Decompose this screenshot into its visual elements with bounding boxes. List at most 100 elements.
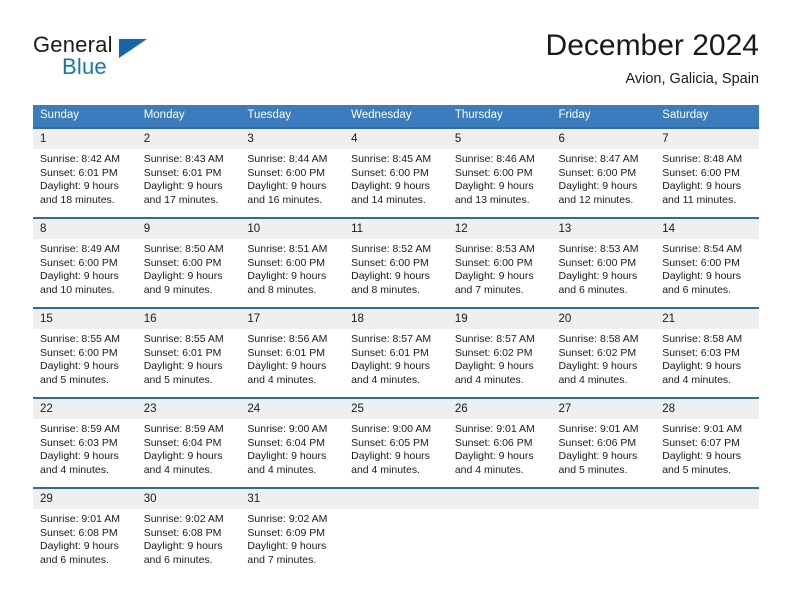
sunrise-text: Sunrise: 9:01 AM <box>40 513 120 525</box>
day-details: Sunrise: 8:56 AM Sunset: 6:01 PM Dayligh… <box>240 329 344 387</box>
day-cell-empty <box>447 487 552 577</box>
sunset-text: Sunset: 6:05 PM <box>351 436 429 449</box>
day-number <box>551 489 656 509</box>
day-number: 31 <box>240 489 345 509</box>
location-subtitle: Avion, Galicia, Spain <box>625 71 759 87</box>
day-details: Sunrise: 8:54 AM Sunset: 6:00 PM Dayligh… <box>655 239 759 297</box>
daylight-line2: and 6 minutes. <box>40 553 109 566</box>
general-blue-logo[interactable]: General Blue <box>33 32 153 88</box>
page-header: General Blue December 2024 Avion, Galici… <box>33 28 759 98</box>
day-number: 22 <box>33 399 137 419</box>
day-cell[interactable]: 20 Sunrise: 8:58 AM Sunset: 6:02 PM Dayl… <box>551 307 656 398</box>
sunrise-text: Sunrise: 8:57 AM <box>351 333 432 345</box>
day-details: Sunrise: 8:57 AM Sunset: 6:02 PM Dayligh… <box>448 329 552 387</box>
day-number: 2 <box>136 129 241 149</box>
daylight-line1: Daylight: 9 hours <box>247 360 327 373</box>
daylight-line2: and 4 minutes. <box>40 463 109 476</box>
daylight-line2: and 5 minutes. <box>558 463 628 476</box>
daylight-line1: Daylight: 9 hours <box>558 180 638 193</box>
day-cell[interactable]: 17 Sunrise: 8:56 AM Sunset: 6:01 PM Dayl… <box>240 307 345 398</box>
sunset-text: Sunset: 6:03 PM <box>40 436 118 449</box>
sunrise-text: Sunrise: 8:58 AM <box>558 333 639 345</box>
daylight-line2: and 5 minutes. <box>40 373 109 386</box>
day-number <box>447 489 552 509</box>
day-number: 21 <box>655 309 759 329</box>
day-cell[interactable]: 30 Sunrise: 9:02 AM Sunset: 6:08 PM Dayl… <box>136 487 241 577</box>
daylight-line1: Daylight: 9 hours <box>143 270 223 283</box>
day-number: 18 <box>344 309 448 329</box>
day-cell[interactable]: 10 Sunrise: 8:51 AM Sunset: 6:00 PM Dayl… <box>240 217 345 308</box>
calendar-week-row: 29 Sunrise: 9:01 AM Sunset: 6:08 PM Dayl… <box>33 487 759 577</box>
day-cell[interactable]: 31 Sunrise: 9:02 AM Sunset: 6:09 PM Dayl… <box>240 487 345 577</box>
day-cell[interactable]: 7 Sunrise: 8:48 AM Sunset: 6:00 PM Dayli… <box>655 127 759 218</box>
sunset-text: Sunset: 6:00 PM <box>558 256 637 269</box>
day-cell[interactable]: 22 Sunrise: 8:59 AM Sunset: 6:03 PM Dayl… <box>33 397 137 488</box>
daylight-line2: and 10 minutes. <box>40 283 115 296</box>
day-number: 9 <box>136 219 241 239</box>
day-cell[interactable]: 3 Sunrise: 8:44 AM Sunset: 6:00 PM Dayli… <box>240 127 345 218</box>
day-cell[interactable]: 27 Sunrise: 9:01 AM Sunset: 6:06 PM Dayl… <box>551 397 656 488</box>
day-cell[interactable]: 4 Sunrise: 8:45 AM Sunset: 6:00 PM Dayli… <box>344 127 448 218</box>
sunset-text: Sunset: 6:01 PM <box>143 346 222 359</box>
calendar-body: 1 Sunrise: 8:42 AM Sunset: 6:01 PM Dayli… <box>33 127 759 577</box>
sunrise-text: Sunrise: 8:56 AM <box>247 333 328 345</box>
day-cell[interactable]: 19 Sunrise: 8:57 AM Sunset: 6:02 PM Dayl… <box>447 307 552 398</box>
sunrise-text: Sunrise: 9:01 AM <box>454 423 535 435</box>
day-number: 3 <box>240 129 345 149</box>
day-number: 24 <box>240 399 345 419</box>
day-number: 26 <box>447 399 552 419</box>
sunrise-text: Sunrise: 8:50 AM <box>143 243 224 255</box>
day-cell[interactable]: 6 Sunrise: 8:47 AM Sunset: 6:00 PM Dayli… <box>551 127 656 218</box>
day-cell[interactable]: 2 Sunrise: 8:43 AM Sunset: 6:01 PM Dayli… <box>136 127 241 218</box>
daylight-line2: and 16 minutes. <box>247 193 323 206</box>
sunrise-text: Sunrise: 8:48 AM <box>662 153 743 165</box>
day-details: Sunrise: 8:47 AM Sunset: 6:00 PM Dayligh… <box>552 149 656 207</box>
day-cell[interactable]: 21 Sunrise: 8:58 AM Sunset: 6:03 PM Dayl… <box>655 307 759 398</box>
day-details: Sunrise: 9:01 AM Sunset: 6:08 PM Dayligh… <box>33 509 137 567</box>
sunset-text: Sunset: 6:00 PM <box>454 256 533 269</box>
day-cell[interactable]: 23 Sunrise: 8:59 AM Sunset: 6:04 PM Dayl… <box>136 397 241 488</box>
day-cell[interactable]: 1 Sunrise: 8:42 AM Sunset: 6:01 PM Dayli… <box>33 127 137 218</box>
day-cell[interactable]: 26 Sunrise: 9:01 AM Sunset: 6:06 PM Dayl… <box>447 397 552 488</box>
sunrise-text: Sunrise: 8:57 AM <box>454 333 535 345</box>
day-cell[interactable]: 16 Sunrise: 8:55 AM Sunset: 6:01 PM Dayl… <box>136 307 241 398</box>
day-cell[interactable]: 18 Sunrise: 8:57 AM Sunset: 6:01 PM Dayl… <box>344 307 448 398</box>
day-cell[interactable]: 25 Sunrise: 9:00 AM Sunset: 6:05 PM Dayl… <box>344 397 448 488</box>
day-cell[interactable]: 15 Sunrise: 8:55 AM Sunset: 6:00 PM Dayl… <box>33 307 137 398</box>
day-cell[interactable]: 8 Sunrise: 8:49 AM Sunset: 6:00 PM Dayli… <box>33 217 137 308</box>
day-cell[interactable]: 29 Sunrise: 9:01 AM Sunset: 6:08 PM Dayl… <box>33 487 137 577</box>
weekday-header-saturday: Saturday <box>655 105 759 128</box>
daylight-line2: and 17 minutes. <box>143 193 219 206</box>
day-number: 15 <box>33 309 137 329</box>
sunset-text: Sunset: 6:08 PM <box>143 526 222 539</box>
daylight-line2: and 12 minutes. <box>558 193 634 206</box>
sunset-text: Sunset: 6:06 PM <box>558 436 637 449</box>
day-details: Sunrise: 8:59 AM Sunset: 6:03 PM Dayligh… <box>33 419 137 477</box>
daylight-line1: Daylight: 9 hours <box>143 360 223 373</box>
day-cell[interactable]: 13 Sunrise: 8:53 AM Sunset: 6:00 PM Dayl… <box>551 217 656 308</box>
day-number: 20 <box>551 309 656 329</box>
sunset-text: Sunset: 6:02 PM <box>454 346 533 359</box>
day-details: Sunrise: 8:55 AM Sunset: 6:01 PM Dayligh… <box>137 329 241 387</box>
daylight-line1: Daylight: 9 hours <box>454 360 534 373</box>
day-cell[interactable]: 9 Sunrise: 8:50 AM Sunset: 6:00 PM Dayli… <box>136 217 241 308</box>
day-details: Sunrise: 8:49 AM Sunset: 6:00 PM Dayligh… <box>33 239 137 297</box>
day-cell[interactable]: 24 Sunrise: 9:00 AM Sunset: 6:04 PM Dayl… <box>240 397 345 488</box>
sunset-text: Sunset: 6:01 PM <box>247 346 326 359</box>
daylight-line1: Daylight: 9 hours <box>558 450 638 463</box>
day-cell[interactable]: 5 Sunrise: 8:46 AM Sunset: 6:00 PM Dayli… <box>447 127 552 218</box>
day-cell[interactable]: 11 Sunrise: 8:52 AM Sunset: 6:00 PM Dayl… <box>344 217 448 308</box>
day-cell[interactable]: 14 Sunrise: 8:54 AM Sunset: 6:00 PM Dayl… <box>655 217 759 308</box>
day-number <box>344 489 448 509</box>
daylight-line1: Daylight: 9 hours <box>558 360 638 373</box>
day-details: Sunrise: 8:45 AM Sunset: 6:00 PM Dayligh… <box>344 149 448 207</box>
day-number: 30 <box>136 489 241 509</box>
day-cell[interactable]: 28 Sunrise: 9:01 AM Sunset: 6:07 PM Dayl… <box>655 397 759 488</box>
sunrise-text: Sunrise: 8:55 AM <box>143 333 224 345</box>
daylight-line2: and 4 minutes. <box>351 373 420 386</box>
day-cell[interactable]: 12 Sunrise: 8:53 AM Sunset: 6:00 PM Dayl… <box>447 217 552 308</box>
day-number: 17 <box>240 309 345 329</box>
day-number <box>655 489 759 509</box>
day-number: 23 <box>136 399 241 419</box>
calendar-week-row: 15 Sunrise: 8:55 AM Sunset: 6:00 PM Dayl… <box>33 307 759 398</box>
